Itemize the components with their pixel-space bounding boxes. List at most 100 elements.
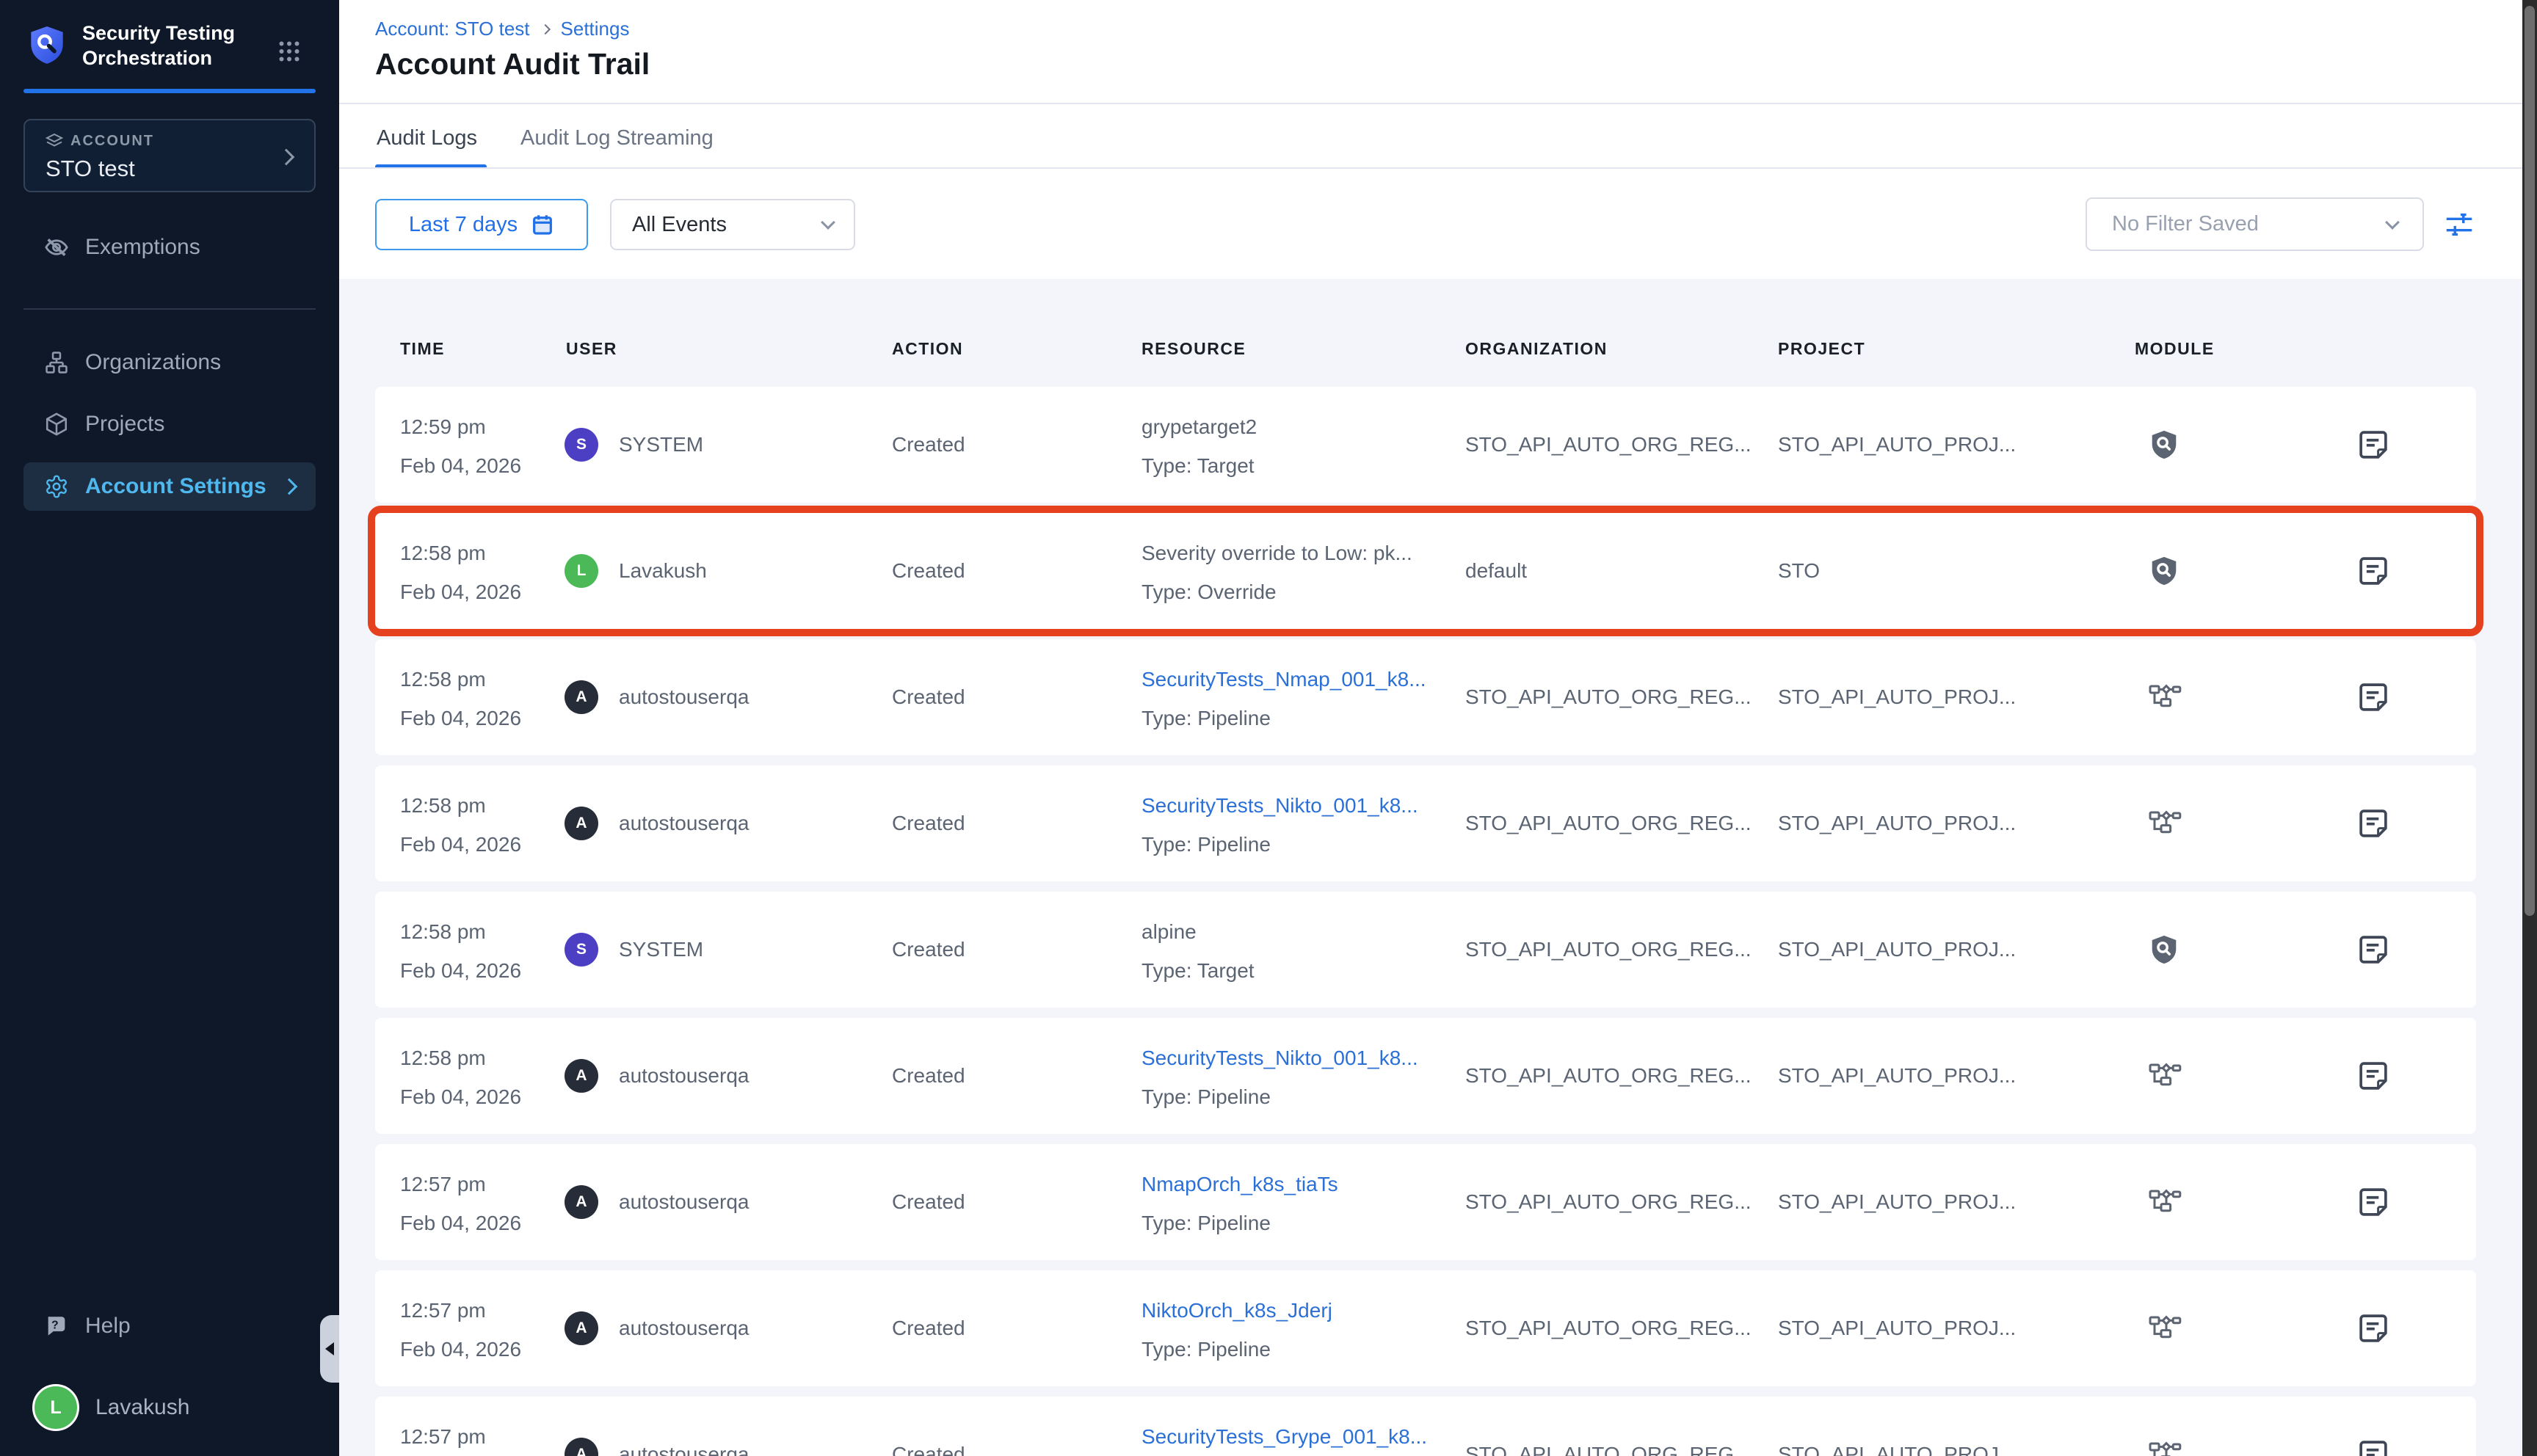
event-summary-button[interactable] — [2357, 513, 2389, 629]
note-icon — [2357, 1060, 2389, 1092]
time-cell: 12:58 pmFeb 04, 2026 — [400, 786, 521, 864]
note-icon — [2357, 681, 2389, 713]
date-range-button[interactable]: Last 7 days — [375, 199, 588, 250]
table-row[interactable]: 12:57 pmFeb 04, 2026 A autostouserqa Cre… — [375, 1397, 2476, 1456]
resource-name[interactable]: SecurityTests_Nikto_001_k8... — [1142, 786, 1418, 825]
module-cell — [2147, 892, 2181, 1008]
sidebar-collapse-handle[interactable] — [320, 1315, 339, 1383]
resource-type: Type: Pipeline — [1142, 825, 1418, 864]
sidebar-item-projects[interactable]: Projects — [23, 400, 316, 448]
resource-name[interactable]: SecurityTests_Grype_001_k8... — [1142, 1417, 1427, 1456]
filter-panel-button[interactable] — [2440, 205, 2478, 244]
user-avatar: A — [565, 680, 598, 714]
pipeline-module-icon — [2147, 1311, 2182, 1346]
saved-filter-dropdown[interactable]: No Filter Saved — [2086, 197, 2424, 251]
event-summary-button[interactable] — [2357, 1018, 2389, 1134]
resource-type: Type: Pipeline — [1142, 1330, 1332, 1369]
action-cell: Created — [892, 639, 965, 755]
sidebar-item-organizations[interactable]: Organizations — [23, 338, 316, 387]
user-avatar: A — [565, 807, 598, 840]
event-summary-button[interactable] — [2357, 1144, 2389, 1260]
time-cell: 12:58 pmFeb 04, 2026 — [400, 1038, 521, 1116]
resource-name[interactable]: SecurityTests_Nmap_001_k8... — [1142, 660, 1426, 699]
project-cell: STO_API_AUTO_PROJ... — [1778, 639, 2016, 755]
calendar-icon — [531, 213, 554, 236]
project-cell: STO_API_AUTO_PROJ... — [1778, 1144, 2016, 1260]
note-icon — [2357, 1438, 2389, 1456]
module-cell — [2147, 765, 2182, 881]
resource-name[interactable]: NiktoOrch_k8s_Jderj — [1142, 1291, 1332, 1330]
chevron-down-icon — [2385, 215, 2400, 230]
user-avatar: S — [565, 933, 598, 967]
sidebar-item-exemptions[interactable]: Exemptions — [23, 223, 316, 272]
app-switcher-grid-icon[interactable] — [276, 38, 302, 68]
event-summary-button[interactable] — [2357, 892, 2389, 1008]
project-cell: STO — [1778, 513, 1820, 629]
resource-cell: grypetarget2 Type: Target — [1142, 407, 1257, 485]
account-name: STO test — [46, 156, 135, 182]
event-summary-button[interactable] — [2357, 639, 2389, 755]
table-header-row: TIMEUSERACTIONRESOURCEORGANIZATIONPROJEC… — [375, 339, 2476, 361]
header-divider — [339, 103, 2522, 104]
note-icon — [2357, 1186, 2389, 1218]
user-cell: autostouserqa — [619, 765, 749, 881]
table-row[interactable]: 12:57 pmFeb 04, 2026 A autostouserqa Cre… — [375, 1144, 2476, 1260]
user-cell: Lavakush — [619, 513, 707, 629]
organization-cell: STO_API_AUTO_ORG_REG... — [1465, 765, 1752, 881]
event-summary-button[interactable] — [2357, 765, 2389, 881]
table-row[interactable]: 12:58 pmFeb 04, 2026 L Lavakush Created … — [375, 513, 2476, 629]
note-icon — [2357, 429, 2389, 461]
sidebar: Security Testing Orchestration ACCOUNT S… — [0, 0, 339, 1456]
organization-cell: STO_API_AUTO_ORG_REG... — [1465, 1144, 1752, 1260]
event-summary-button[interactable] — [2357, 387, 2389, 503]
table-row[interactable]: 12:59 pmFeb 04, 2026 S SYSTEM Created gr… — [375, 387, 2476, 503]
resource-type: Type: Pipeline — [1142, 699, 1426, 738]
tab-audit-log-streaming[interactable]: Audit Log Streaming — [520, 126, 714, 150]
breadcrumb-settings-link[interactable]: Settings — [561, 18, 630, 40]
chevron-right-icon — [278, 149, 295, 166]
note-icon — [2357, 933, 2389, 966]
main-content: Account: STO test Settings Account Audit… — [339, 0, 2522, 1456]
user-avatar: A — [565, 1311, 598, 1345]
resource-cell: NmapOrch_k8s_tiaTs Type: Pipeline — [1142, 1165, 1338, 1242]
sidebar-item-help[interactable]: ? Help — [23, 1302, 316, 1350]
organization-cell: default — [1465, 513, 1527, 629]
table-row[interactable]: 12:58 pmFeb 04, 2026 A autostouserqa Cre… — [375, 765, 2476, 881]
help-chat-icon: ? — [44, 1314, 69, 1339]
resource-name[interactable]: NmapOrch_k8s_tiaTs — [1142, 1165, 1338, 1204]
app-title: Security Testing Orchestration — [82, 21, 266, 70]
vertical-scrollbar[interactable] — [2522, 0, 2537, 1456]
table-row[interactable]: 12:57 pmFeb 04, 2026 A autostouserqa Cre… — [375, 1270, 2476, 1386]
chevron-right-icon — [281, 478, 298, 495]
resource-name[interactable]: SecurityTests_Nikto_001_k8... — [1142, 1038, 1418, 1077]
module-cell — [2147, 1270, 2182, 1386]
breadcrumb-account-link[interactable]: Account: STO test — [375, 18, 530, 40]
note-icon — [2357, 807, 2389, 840]
time-cell: 12:58 pmFeb 04, 2026 — [400, 660, 521, 738]
action-cell: Created — [892, 892, 965, 1008]
action-cell: Created — [892, 765, 965, 881]
scrollbar-thumb[interactable] — [2525, 6, 2535, 916]
resource-name[interactable]: grypetarget2 — [1142, 407, 1257, 446]
column-header: RESOURCE — [1142, 339, 1246, 359]
user-menu[interactable]: L Lavakush — [32, 1384, 189, 1431]
resource-name[interactable]: alpine — [1142, 912, 1255, 951]
time-cell: 12:59 pmFeb 04, 2026 — [400, 407, 521, 485]
event-summary-button[interactable] — [2357, 1397, 2389, 1456]
table-row[interactable]: 12:58 pmFeb 04, 2026 A autostouserqa Cre… — [375, 639, 2476, 755]
table-row[interactable]: 12:58 pmFeb 04, 2026 A autostouserqa Cre… — [375, 1018, 2476, 1134]
collapse-arrow-icon — [325, 1342, 334, 1355]
user-cell: autostouserqa — [619, 639, 749, 755]
pipeline-module-icon — [2147, 1437, 2182, 1456]
user-avatar: A — [565, 1059, 598, 1093]
table-row[interactable]: 12:58 pmFeb 04, 2026 S SYSTEM Created al… — [375, 892, 2476, 1008]
account-selector[interactable]: ACCOUNT STO test — [23, 119, 316, 192]
sidebar-item-account-settings[interactable]: Account Settings — [23, 462, 316, 511]
event-summary-button[interactable] — [2357, 1270, 2389, 1386]
cube-icon — [44, 412, 69, 437]
user-cell: autostouserqa — [619, 1270, 749, 1386]
events-dropdown[interactable]: All Events — [610, 199, 855, 250]
resource-name[interactable]: Severity override to Low: pk... — [1142, 534, 1412, 572]
app-logo-shield-icon[interactable] — [28, 21, 66, 74]
tab-audit-logs[interactable]: Audit Logs — [377, 126, 477, 150]
